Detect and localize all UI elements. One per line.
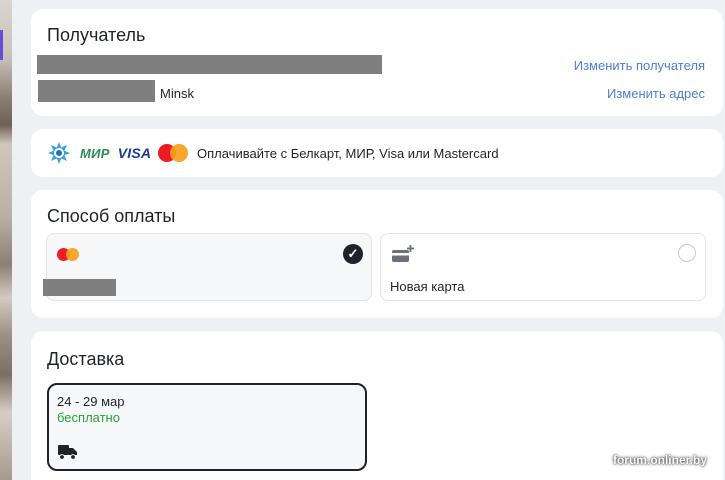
payment-logos: МИР VISA: [47, 141, 189, 165]
recipient-title: Получатель: [47, 25, 146, 45]
new-card-option[interactable]: Новая карта: [380, 233, 706, 301]
selected-check-icon: ✓: [343, 244, 363, 264]
add-card-icon: [392, 245, 414, 262]
redacted-recipient-name: [37, 55, 382, 74]
visa-logo: VISA: [117, 145, 152, 161]
belkart-logo: [48, 142, 70, 164]
payment-systems-banner: МИР VISA Оплачивайте с Белкарт, МИР, Vis…: [31, 129, 723, 177]
payment-method-card: Способ оплаты ✓ Новая карта: [31, 190, 723, 318]
delivery-dates: 24 - 29 мар: [57, 394, 125, 409]
payment-systems-text: Оплачивайте с Белкарт, МИР, Visa или Mas…: [197, 146, 499, 161]
delivery-option[interactable]: 24 - 29 мар бесплатно: [47, 383, 367, 471]
redacted-card-number: [43, 279, 116, 296]
mastercard-logo: [158, 144, 189, 162]
change-recipient-link[interactable]: Изменить получателя: [574, 58, 705, 73]
payment-method-title: Способ оплаты: [47, 206, 176, 226]
recipient-card: Получатель Minsk Изменить получателя Изм…: [31, 9, 723, 116]
mir-logo: МИР: [80, 145, 110, 161]
mastercard-icon: [57, 248, 79, 262]
redacted-address: [38, 80, 155, 102]
new-card-radio[interactable]: [678, 244, 696, 262]
delivery-title: Доставка: [47, 349, 125, 369]
background-accent: [0, 30, 3, 60]
recipient-city: Minsk: [160, 86, 194, 101]
site-watermark: forum.onliner.by: [612, 453, 707, 467]
new-card-label: Новая карта: [390, 279, 465, 294]
truck-icon: [58, 445, 77, 460]
change-address-link[interactable]: Изменить адрес: [607, 86, 705, 101]
checkout-page: Получатель Minsk Изменить получателя Изм…: [0, 0, 725, 480]
saved-card-option[interactable]: ✓: [43, 233, 372, 301]
delivery-price: бесплатно: [57, 410, 120, 425]
background-photo-strip: [0, 0, 12, 480]
